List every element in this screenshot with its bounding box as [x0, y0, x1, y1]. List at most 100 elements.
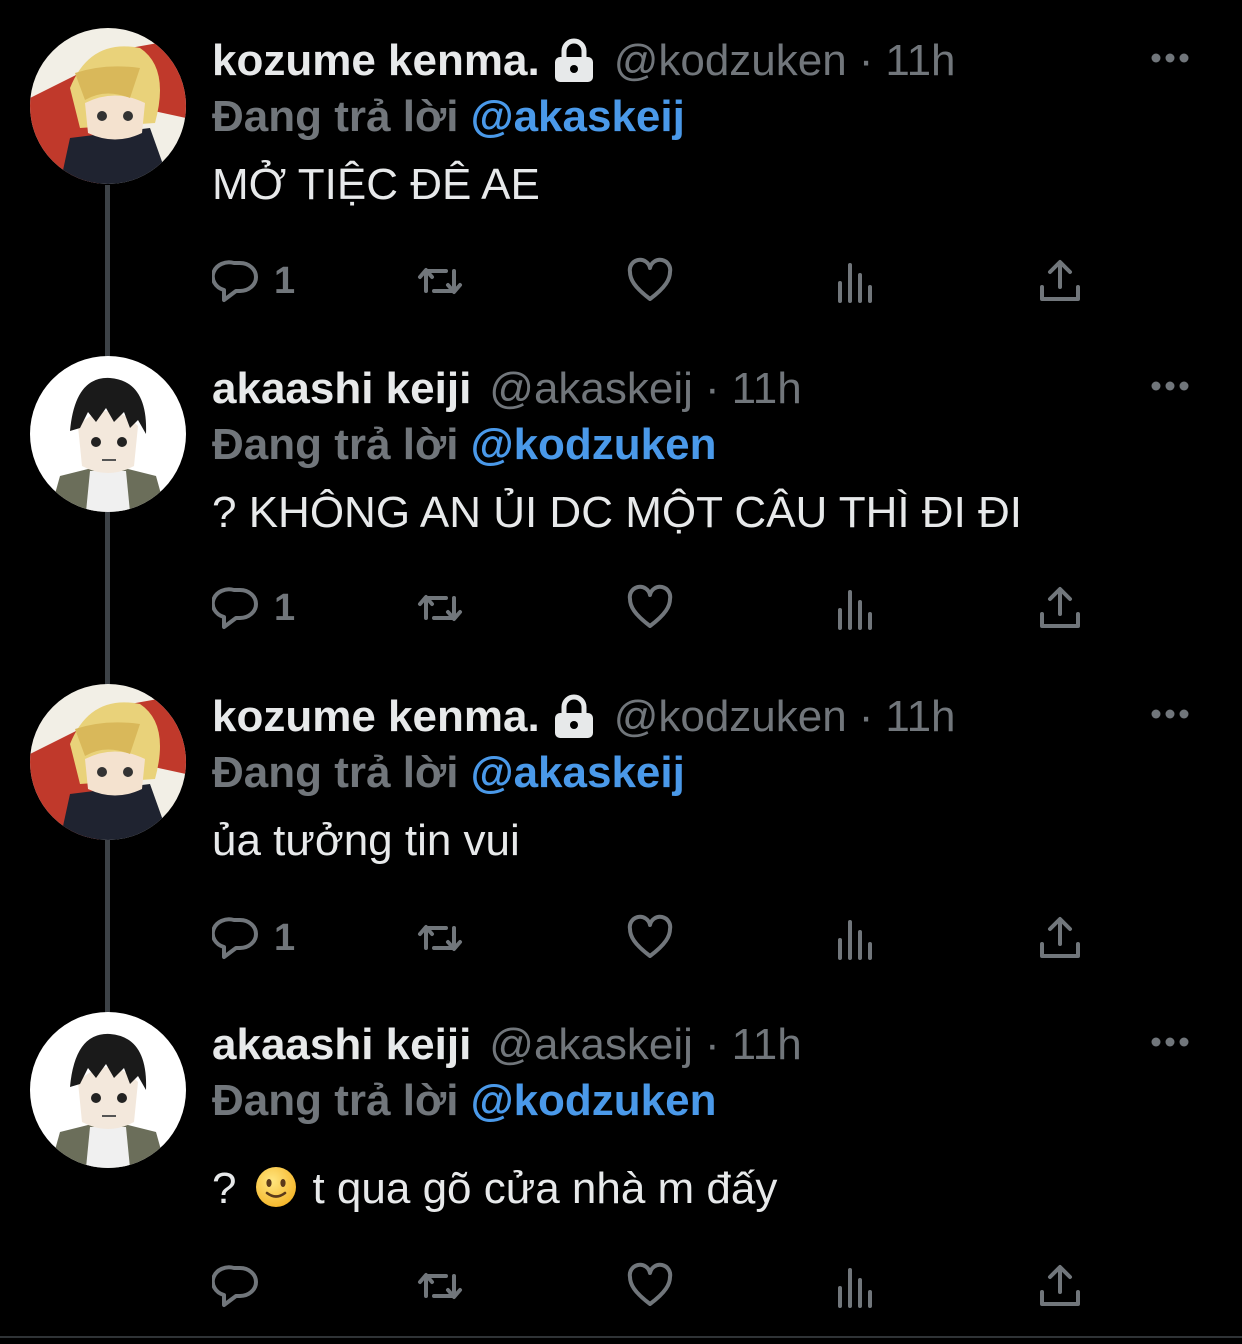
slightly-smiling-face-emoji-icon	[256, 1167, 297, 1207]
reply-bubble-icon	[212, 1265, 258, 1307]
divider	[0, 1336, 1242, 1338]
retweet-icon	[418, 925, 462, 951]
retweet-button[interactable]	[416, 1260, 464, 1312]
timestamp[interactable]: 11h	[885, 34, 955, 88]
retweet-icon	[418, 1273, 462, 1299]
avatar-kenma[interactable]	[30, 28, 186, 184]
share-upload-icon	[1040, 1265, 1080, 1306]
handle[interactable]: @akaskeij	[489, 362, 693, 416]
replying-to: Đang trả lời @kodzuken	[212, 418, 717, 472]
retweet-button[interactable]	[416, 255, 464, 307]
more-dots-icon[interactable]	[1150, 52, 1190, 64]
tweet-text-after-emoji: t qua gõ cửa nhà m đấy	[312, 1164, 778, 1213]
tweet-header: kozume kenma. @kodzuken · 11h	[212, 34, 956, 88]
reply-button[interactable]: 1	[212, 255, 295, 307]
retweet-button[interactable]	[416, 912, 464, 964]
views-bar-chart-icon	[838, 920, 872, 960]
avatar-akaashi[interactable]	[30, 356, 186, 512]
more-dots-icon[interactable]	[1150, 380, 1190, 392]
share-button[interactable]	[1036, 582, 1084, 634]
tweet[interactable]: kozume kenma. @kodzuken · 11h Đang trả l…	[0, 0, 1242, 330]
views-bar-chart-icon	[838, 1268, 872, 1308]
action-bar: 1	[212, 582, 1112, 634]
lock-icon	[552, 694, 596, 740]
tweet[interactable]: akaashi keiji @akaskeij · 11h Đang trả l…	[0, 328, 1242, 658]
handle[interactable]: @kodzuken	[614, 690, 847, 744]
reply-button[interactable]: 1	[212, 912, 295, 964]
separator: ·	[704, 364, 720, 413]
tweet-text: ủa tưởng tin vui	[212, 816, 520, 865]
reply-bubble-icon	[212, 260, 258, 302]
display-name[interactable]: kozume kenma.	[212, 690, 540, 744]
reply-bubble-icon	[212, 587, 258, 629]
display-name[interactable]: akaashi keiji	[212, 1018, 471, 1072]
avatar-akaashi[interactable]	[30, 1012, 186, 1168]
lock-icon	[552, 38, 596, 84]
replying-to: Đang trả lời @kodzuken	[212, 1074, 717, 1128]
display-name[interactable]: akaashi keiji	[212, 362, 471, 416]
handle[interactable]: @akaskeij	[489, 1018, 693, 1072]
avatar-akaashi-image	[30, 1012, 186, 1168]
share-button[interactable]	[1036, 1260, 1084, 1312]
replying-to-handle[interactable]: @kodzuken	[471, 420, 717, 469]
action-bar: 1	[212, 255, 1112, 307]
timestamp[interactable]: 11h	[732, 1018, 802, 1072]
replying-to-handle[interactable]: @akaskeij	[471, 748, 685, 797]
share-upload-icon	[1040, 587, 1080, 628]
tweet-text: ? KHÔNG AN ỦI DC MỘT CÂU THÌ ĐI ĐI	[212, 488, 1023, 537]
replying-to-handle[interactable]: @kodzuken	[471, 1076, 717, 1125]
replying-to: Đang trả lời @akaskeij	[212, 746, 685, 800]
reply-button[interactable]: 1	[212, 582, 295, 634]
handle[interactable]: @kodzuken	[614, 34, 847, 88]
retweet-button[interactable]	[416, 582, 464, 634]
action-bar	[212, 1260, 1112, 1312]
replying-to-label: Đang trả lời	[212, 748, 459, 797]
separator: ·	[704, 1020, 720, 1069]
views-bar-chart-icon	[838, 590, 872, 630]
heart-icon	[627, 1262, 673, 1306]
reply-count: 1	[274, 586, 296, 629]
views-button[interactable]	[832, 1260, 880, 1312]
replying-to-label: Đang trả lời	[212, 92, 459, 141]
action-bar: 1	[212, 912, 1112, 964]
reply-bubble-icon	[212, 917, 258, 959]
reply-count: 1	[274, 916, 296, 959]
heart-icon	[627, 584, 673, 628]
display-name[interactable]: kozume kenma.	[212, 34, 540, 88]
share-button[interactable]	[1036, 255, 1084, 307]
tweet-header: akaashi keiji @akaskeij · 11h	[212, 1018, 802, 1072]
share-button[interactable]	[1036, 912, 1084, 964]
heart-icon	[627, 257, 673, 301]
reply-button[interactable]	[212, 1260, 274, 1312]
like-button[interactable]	[626, 582, 674, 634]
separator: ·	[858, 36, 874, 85]
views-button[interactable]	[832, 912, 880, 964]
more-dots-icon[interactable]	[1150, 708, 1190, 720]
views-button[interactable]	[832, 582, 880, 634]
heart-icon	[627, 914, 673, 958]
replying-to-handle[interactable]: @akaskeij	[471, 92, 685, 141]
avatar-kenma-image	[30, 28, 186, 184]
tweet-header: kozume kenma. @kodzuken · 11h	[212, 690, 956, 744]
retweet-icon	[418, 268, 462, 294]
replying-to-label: Đang trả lời	[212, 1076, 459, 1125]
views-button[interactable]	[832, 255, 880, 307]
avatar-akaashi-image	[30, 356, 186, 512]
like-button[interactable]	[626, 1260, 674, 1312]
more-dots-icon[interactable]	[1150, 1036, 1190, 1048]
replying-to-label: Đang trả lời	[212, 420, 459, 469]
like-button[interactable]	[626, 912, 674, 964]
like-button[interactable]	[626, 255, 674, 307]
timestamp[interactable]: 11h	[885, 690, 955, 744]
tweet-text: ? t qua gõ cửa nhà m đấy	[212, 1162, 777, 1216]
reply-count: 1	[274, 259, 296, 302]
tweet[interactable]: kozume kenma. @kodzuken · 11h Đang trả l…	[0, 656, 1242, 986]
timestamp[interactable]: 11h	[732, 362, 802, 416]
share-upload-icon	[1040, 260, 1080, 301]
avatar-kenma[interactable]	[30, 684, 186, 840]
tweet[interactable]: akaashi keiji @akaskeij · 11h Đang trả l…	[0, 984, 1242, 1334]
avatar-kenma-image	[30, 684, 186, 840]
tweet-text: MỞ TIỆC ĐÊ AE	[212, 160, 540, 209]
tweet-text-before-emoji: ?	[212, 1164, 237, 1213]
separator: ·	[858, 692, 874, 741]
